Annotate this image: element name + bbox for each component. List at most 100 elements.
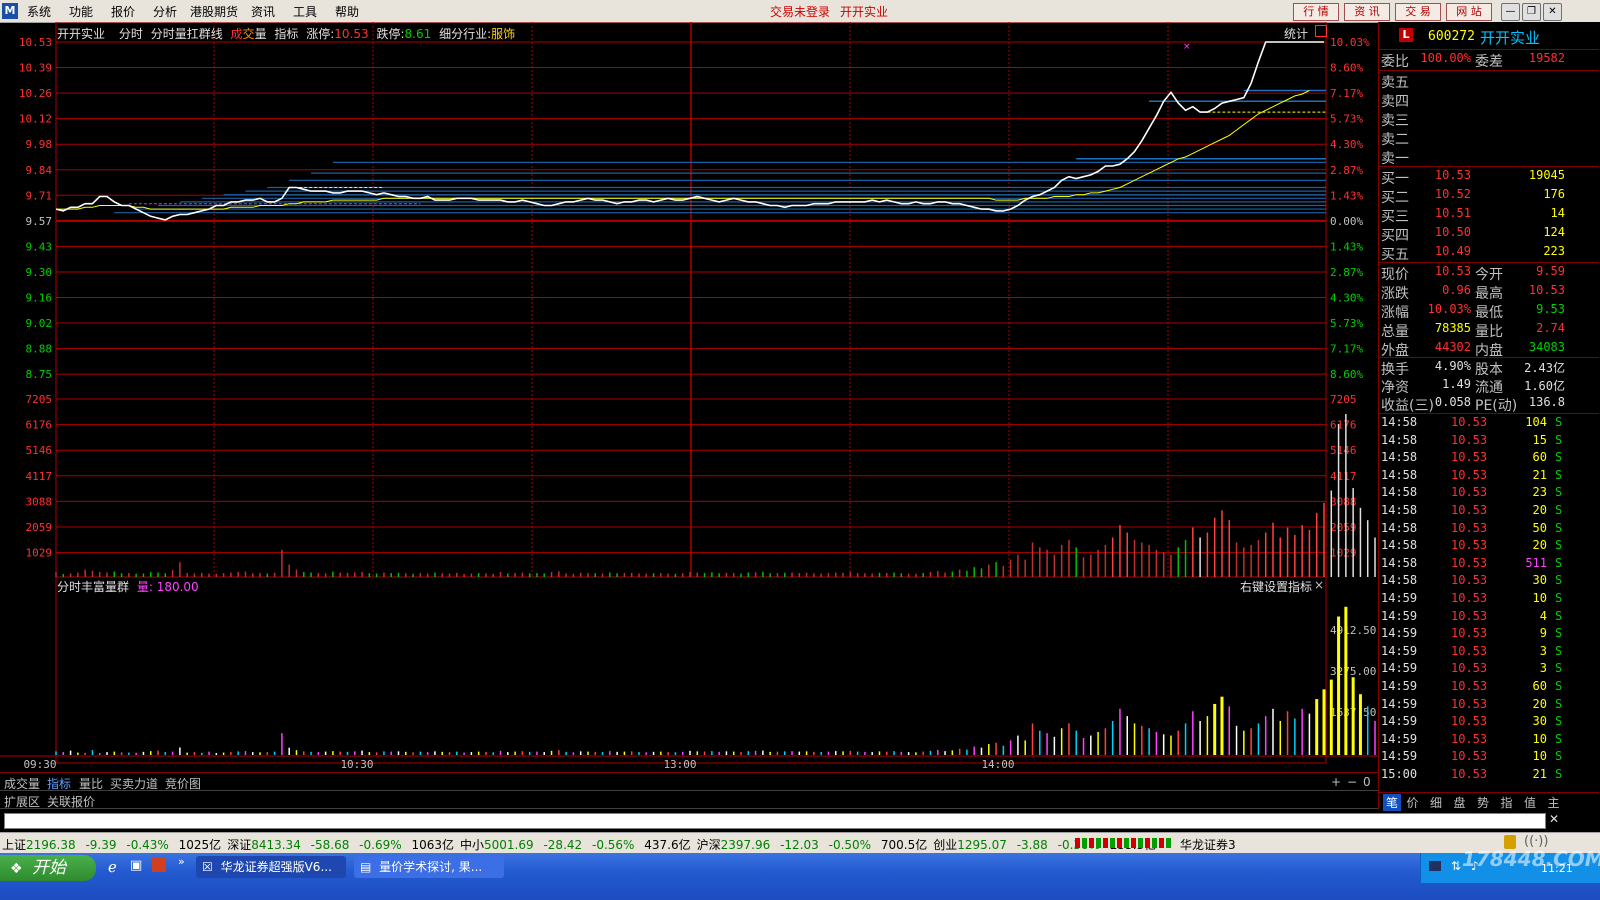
stat-label: 量比 — [1475, 324, 1503, 340]
index-amount: 1063亿 — [411, 838, 454, 852]
zoom-out-button[interactable]: − — [1347, 775, 1357, 789]
panel-toggle-icon[interactable] — [1315, 25, 1327, 37]
stats-button[interactable]: 统计 — [1284, 25, 1308, 42]
tick-row[interactable]: 14:58 10.53 30 S — [1379, 573, 1599, 590]
tick-row[interactable]: 14:58 10.53 50 S — [1379, 521, 1599, 538]
stat-value: 9.53 — [1536, 302, 1565, 316]
tick-row[interactable]: 14:59 10.53 60 S — [1379, 679, 1599, 696]
tick-row[interactable]: 14:59 10.53 4 S — [1379, 609, 1599, 626]
keyboard-tray-icon[interactable] — [1429, 861, 1441, 871]
desktop-quicklaunch-icon[interactable]: ▣ — [130, 858, 142, 873]
index-name: 创业 — [933, 838, 958, 852]
mode-label[interactable]: 分时 — [119, 27, 143, 41]
index-change: -9.39 — [85, 838, 117, 852]
tick-row[interactable]: 14:58 10.53 20 S — [1379, 503, 1599, 520]
tick-row[interactable]: 14:58 10.53 21 S — [1379, 468, 1599, 485]
tick-row[interactable]: 14:58 10.53 60 S — [1379, 450, 1599, 467]
news-button[interactable]: 资 讯 — [1344, 3, 1390, 21]
app-quicklaunch-icon[interactable] — [152, 858, 166, 872]
panel-tab[interactable]: 指 — [1501, 794, 1513, 811]
tick-row[interactable]: 14:59 10.53 10 S — [1379, 591, 1599, 608]
extension-input[interactable] — [4, 813, 1546, 829]
zoom-reset-button[interactable]: 0 — [1363, 775, 1371, 789]
buy-level-row[interactable]: 买三 10.51 14 — [1379, 206, 1599, 225]
panel-tab[interactable]: 主 — [1548, 794, 1560, 811]
zoom-in-button[interactable]: + — [1331, 775, 1341, 789]
panel-tab[interactable]: 势 — [1477, 794, 1489, 811]
menu-quote[interactable]: 报价 — [111, 3, 135, 20]
buy-level-row[interactable]: 买五 10.49 223 — [1379, 244, 1599, 263]
tick-row[interactable]: 14:58 10.53 511 S — [1379, 556, 1599, 573]
tick-row[interactable]: 14:58 10.53 20 S — [1379, 538, 1599, 555]
index-item[interactable]: 中小5001.69 -28.42 -0.56% 437.6亿 — [460, 838, 691, 852]
extension-close-icon[interactable]: ✕ — [1549, 812, 1559, 826]
tick-row[interactable]: 14:59 10.53 3 S — [1379, 644, 1599, 661]
index-item[interactable]: 沪深2397.96 -12.03 -0.50% 700.5亿 — [697, 838, 928, 852]
industry-value[interactable]: 服饰 — [491, 27, 515, 41]
trade-button[interactable]: 交 易 — [1395, 3, 1441, 21]
tick-time: 14:59 — [1381, 591, 1418, 605]
minimize-icon[interactable]: — — [1501, 3, 1520, 21]
close-icon[interactable]: ✕ — [1543, 3, 1562, 21]
start-button[interactable]: ❖ 开始 — [0, 855, 96, 881]
buy-volume: 223 — [1543, 244, 1565, 258]
tick-row[interactable]: 14:59 10.53 10 S — [1379, 732, 1599, 749]
percent-tick-label: 5.73% — [1330, 113, 1363, 126]
tick-row[interactable]: 14:58 10.53 15 S — [1379, 433, 1599, 450]
index-value: 2196.38 — [26, 838, 76, 852]
tick-row[interactable]: 14:59 10.53 3 S — [1379, 661, 1599, 678]
menu-help[interactable]: 帮助 — [335, 3, 359, 20]
menu-system[interactable]: 系统 — [27, 3, 51, 20]
task-button-forum[interactable]: ▤ 量价学术探讨, 果... — [354, 856, 504, 878]
buy-level-row[interactable]: 买一 10.53 19045 — [1379, 168, 1599, 187]
buy-level-row[interactable]: 买二 10.52 176 — [1379, 187, 1599, 206]
menu-analysis[interactable]: 分析 — [153, 3, 177, 20]
percent-tick-label: 10.03% — [1330, 36, 1370, 49]
tick-row[interactable]: 14:58 10.53 23 S — [1379, 485, 1599, 502]
menu-info[interactable]: 资讯 — [251, 3, 275, 20]
quicklaunch-more-icon[interactable]: » — [178, 855, 185, 868]
tick-row[interactable]: 14:59 10.53 30 S — [1379, 714, 1599, 731]
weibi-value: 100.00% — [1420, 51, 1471, 65]
ie-quicklaunch-icon[interactable]: ℯ — [108, 858, 117, 876]
menu-tools[interactable]: 工具 — [293, 3, 317, 20]
indicator-button[interactable]: 指标 — [274, 27, 298, 41]
market-button[interactable]: 行 情 — [1293, 3, 1339, 21]
chart-area[interactable]: 10.53 10.39 10.26 10.12 9.98 9.84 9.71 9.57 9.43… — [0, 22, 1378, 785]
percent-tick-label: 4.30% — [1330, 292, 1363, 305]
menu-function[interactable]: 功能 — [69, 3, 93, 20]
restore-icon[interactable]: ❐ — [1522, 3, 1541, 21]
menu-hk-futures[interactable]: 港股期货 — [190, 3, 238, 20]
intraday-chart[interactable]: 10.53 10.39 10.26 10.12 9.98 9.84 9.71 9.57 9.43… — [0, 22, 1378, 785]
tick-row[interactable]: 14:59 10.53 20 S — [1379, 697, 1599, 714]
sub-chart-close-icon[interactable]: × — [1314, 578, 1324, 592]
sell-level-label: 卖一 — [1381, 151, 1409, 167]
set-indicator-hint[interactable]: 右键设置指标 — [1240, 578, 1312, 595]
task-button-stock-app[interactable]: ☒ 华龙证券超强版V6... — [196, 856, 346, 878]
panel-tab[interactable]: 细 — [1430, 794, 1442, 811]
app-logo-icon: M — [2, 3, 18, 19]
panel-tab[interactable]: 笔 — [1383, 794, 1402, 811]
task-label-forum: 量价学术探讨, 果... — [379, 860, 483, 874]
stat-value: 44302 — [1434, 340, 1471, 354]
website-button[interactable]: 网 站 — [1446, 3, 1492, 21]
tick-row[interactable]: 15:00 10.53 21 S — [1379, 767, 1599, 784]
panel-tab[interactable]: 盘 — [1454, 794, 1466, 811]
panel-tab[interactable]: 值 — [1524, 794, 1536, 811]
stock-title-row: L 600272 开开实业 — [1379, 26, 1599, 48]
network-tray-icon[interactable]: ⇅ — [1451, 859, 1461, 873]
tick-row[interactable]: 14:58 10.53 104 S — [1379, 415, 1599, 432]
index-item[interactable]: 上证2196.38 -9.39 -0.43% 1025亿 — [2, 838, 221, 852]
index-item[interactable]: 深证8413.34 -58.68 -0.69% 1063亿 — [227, 838, 454, 852]
tick-row[interactable]: 14:59 10.53 9 S — [1379, 626, 1599, 643]
price-tick-label: 8.75 — [26, 368, 53, 381]
time-tick-label: 14:00 — [981, 758, 1014, 771]
fundamental-row: 收益(三) 0.058 PE(动) 136.8 — [1379, 395, 1599, 414]
percent-tick-label: 8.60% — [1330, 62, 1363, 75]
stat-value: 10.53 — [1528, 283, 1565, 297]
panel-tab[interactable]: 价 — [1407, 794, 1419, 811]
tick-row[interactable]: 14:59 10.53 10 S — [1379, 749, 1599, 766]
tick-price: 10.53 — [1451, 573, 1488, 588]
login-status[interactable]: 交易未登录 — [770, 3, 830, 20]
buy-level-row[interactable]: 买四 10.50 124 — [1379, 225, 1599, 244]
